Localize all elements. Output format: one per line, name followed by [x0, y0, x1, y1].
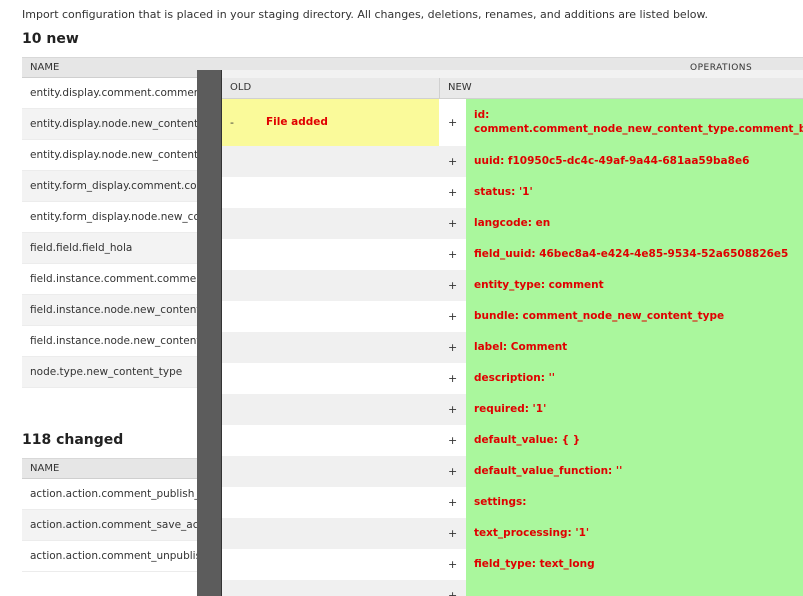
- new-cell: field_type: text_long: [466, 549, 803, 580]
- new-cell: description: '': [466, 363, 803, 394]
- diff-row: + langcode: en: [222, 208, 803, 239]
- diff-row: + field_type: text_long: [222, 549, 803, 580]
- added-sign: +: [448, 527, 458, 540]
- diff-row: + required: '1': [222, 394, 803, 425]
- added-sign: +: [448, 310, 458, 323]
- old-cell: [222, 270, 439, 301]
- added-sign: +: [448, 155, 458, 168]
- new-cell: text_processing: '1': [466, 518, 803, 549]
- old-cell: [222, 146, 439, 177]
- old-text: File added: [266, 116, 328, 128]
- new-line-text: uuid: f10950c5-dc4c-49af-9a44-681aa59ba8…: [474, 155, 750, 167]
- diff-row: +: [222, 580, 803, 596]
- name-column-header: NAME: [30, 463, 60, 474]
- new-column-header: NEW: [448, 82, 472, 93]
- diff-row: + field_uuid: 46bec8a4-e424-4e85-9534-52a…: [222, 239, 803, 270]
- diff-row: + description: '': [222, 363, 803, 394]
- new-cell: required: '1': [466, 394, 803, 425]
- old-cell: [222, 332, 439, 363]
- new-line-text: status: '1': [474, 186, 533, 198]
- diff-table-header: OLD NEW: [222, 78, 803, 99]
- added-sign: +: [448, 279, 458, 292]
- new-line-text: bundle: comment_node_new_content_type: [474, 310, 725, 322]
- intro-text: Import configuration that is placed in y…: [22, 8, 708, 21]
- added-sign: +: [448, 186, 458, 199]
- new-cell: default_value_function: '': [466, 456, 803, 487]
- column-divider: [439, 78, 440, 98]
- old-cell: [222, 239, 439, 270]
- diff-row: + text_processing: '1': [222, 518, 803, 549]
- new-cell: langcode: en: [466, 208, 803, 239]
- old-column-header: OLD: [230, 82, 252, 93]
- added-sign: +: [448, 403, 458, 416]
- new-line-text: field_type: text_long: [474, 558, 595, 570]
- new-cell: uuid: f10950c5-dc4c-49af-9a44-681aa59ba8…: [466, 146, 803, 177]
- new-cell: settings:: [466, 487, 803, 518]
- new-line-text: id: comment.comment_node_new_content_typ…: [474, 109, 803, 135]
- new-cell: label: Comment: [466, 332, 803, 363]
- new-line-text: settings:: [474, 496, 527, 508]
- new-line-text: default_value_function: '': [474, 465, 623, 477]
- diff-row: + label: Comment: [222, 332, 803, 363]
- added-sign: +: [448, 372, 458, 385]
- new-line-text: description: '': [474, 372, 555, 384]
- added-sign: +: [448, 496, 458, 509]
- old-cell: - File added: [222, 99, 439, 146]
- new-cell: [466, 580, 803, 596]
- diff-row: + bundle: comment_node_new_content_type: [222, 301, 803, 332]
- old-cell: [222, 487, 439, 518]
- diff-row: + default_value_function: '': [222, 456, 803, 487]
- diff-dialog[interactable]: OLD NEW - File added + id: comment.comment_…: [221, 70, 803, 596]
- new-line-text: langcode: en: [474, 217, 551, 229]
- new-cell: default_value: { }: [466, 425, 803, 456]
- added-sign: +: [448, 341, 458, 354]
- old-cell: [222, 549, 439, 580]
- new-cell: entity_type: comment: [466, 270, 803, 301]
- modal-shadow: [197, 70, 221, 596]
- old-cell: [222, 518, 439, 549]
- new-line-text: text_processing: '1': [474, 527, 590, 539]
- name-column-header: NAME: [30, 62, 60, 73]
- added-sign: +: [448, 434, 458, 447]
- added-sign: +: [448, 116, 458, 129]
- diff-row: + settings:: [222, 487, 803, 518]
- old-cell: [222, 456, 439, 487]
- diff-row: + uuid: f10950c5-dc4c-49af-9a44-681aa59ba…: [222, 146, 803, 177]
- old-cell: [222, 394, 439, 425]
- new-cell: status: '1': [466, 177, 803, 208]
- old-cell: [222, 177, 439, 208]
- added-sign: +: [448, 248, 458, 261]
- old-cell: [222, 301, 439, 332]
- old-cell: [222, 580, 439, 596]
- added-sign: +: [448, 465, 458, 478]
- diff-row: - File added + id: comment.comment_node_new…: [222, 99, 803, 146]
- diff-row: + status: '1': [222, 177, 803, 208]
- new-cell: id: comment.comment_node_new_content_typ…: [466, 99, 803, 146]
- new-cell: bundle: comment_node_new_content_type: [466, 301, 803, 332]
- new-line-text: default_value: { }: [474, 434, 581, 446]
- new-line-text: field_uuid: 46bec8a4-e424-4e85-9534-52a6…: [474, 248, 789, 260]
- added-sign: +: [448, 217, 458, 230]
- new-line-text: entity_type: comment: [474, 279, 604, 291]
- removed-sign: -: [230, 116, 234, 129]
- new-cell: field_uuid: 46bec8a4-e424-4e85-9534-52a6…: [466, 239, 803, 270]
- new-line-text: required: '1': [474, 403, 547, 415]
- old-cell: [222, 363, 439, 394]
- diff-row: + default_value: { }: [222, 425, 803, 456]
- added-sign: +: [448, 558, 458, 571]
- diff-row: + entity_type: comment: [222, 270, 803, 301]
- changed-section-heading: 118 changed: [22, 432, 124, 448]
- old-cell: [222, 208, 439, 239]
- added-sign: +: [448, 589, 458, 596]
- new-line-text: label: Comment: [474, 341, 568, 353]
- new-section-heading: 10 new: [22, 31, 79, 47]
- old-cell: [222, 425, 439, 456]
